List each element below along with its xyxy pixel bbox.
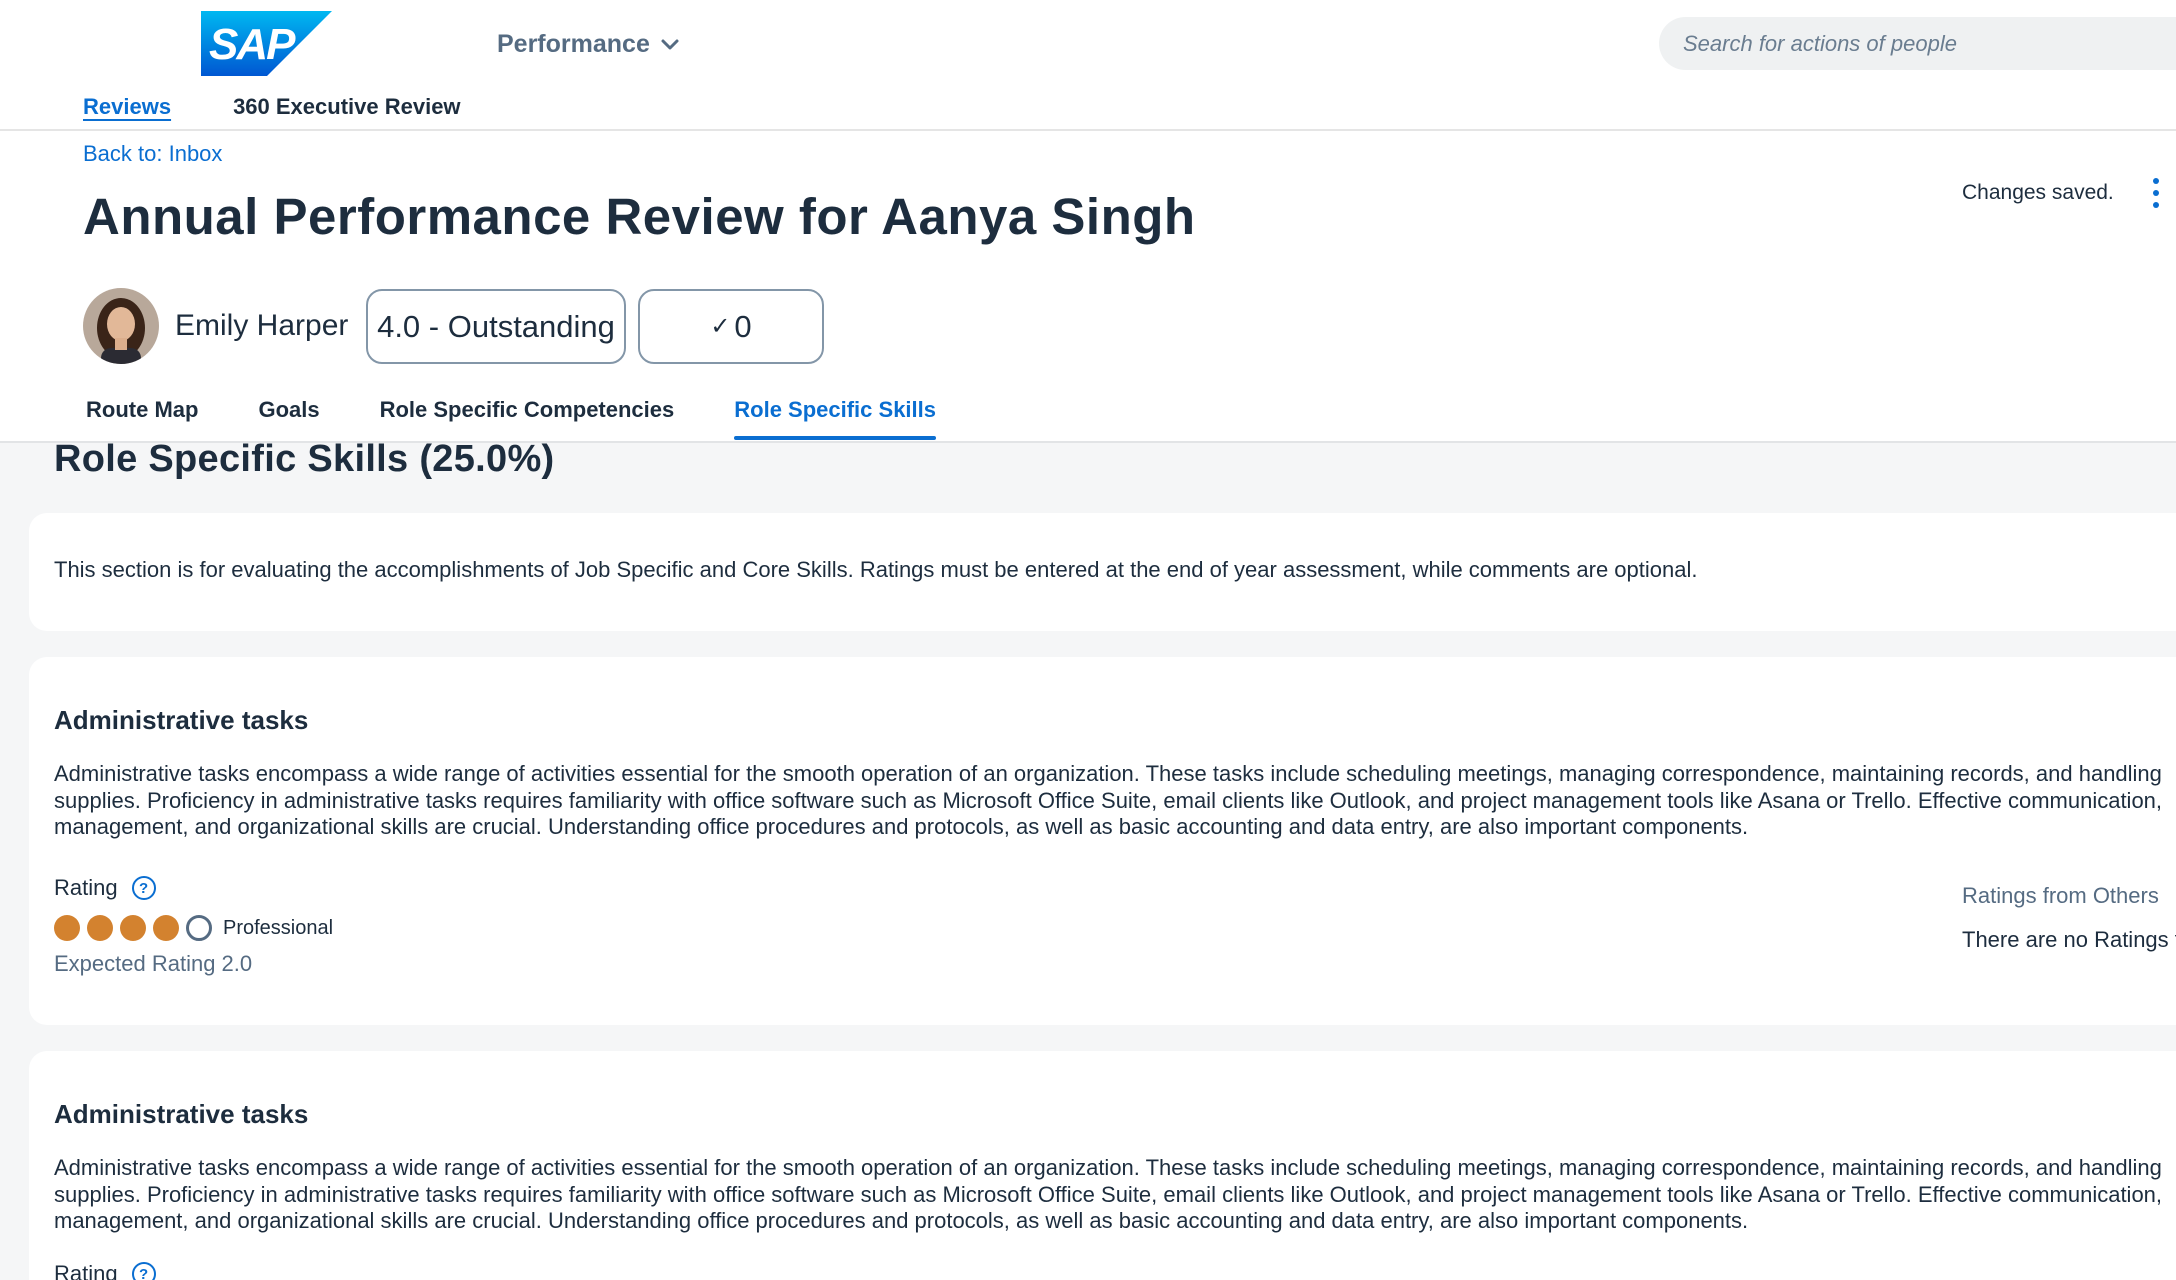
sap-logo[interactable]: SAP (201, 11, 332, 76)
rating-text: Professional (223, 916, 334, 939)
review-tabs: Route Map Goals Role Specific Competenci… (86, 397, 996, 443)
rating-indicator: Professional (54, 915, 333, 941)
chevron-down-icon (661, 39, 679, 50)
kebab-menu-icon[interactable] (2146, 178, 2166, 208)
page-title: Annual Performance Review for Aanya Sing… (83, 188, 1196, 245)
rating-dot-1[interactable] (54, 915, 80, 941)
review-header: Back to: Inbox Annual Performance Review… (0, 131, 2176, 443)
rating-label-row: Rating ? (54, 1261, 156, 1280)
check-count: 0 (734, 308, 752, 344)
tab-route-map[interactable]: Route Map (86, 397, 198, 443)
subnav-executive-review[interactable]: 360 Executive Review (233, 94, 460, 120)
sap-logo-graphic: SAP (201, 11, 332, 76)
app-header: SAP Performance Reviews 360 Executive Re… (0, 0, 2176, 131)
performance-menu[interactable]: Performance (497, 26, 680, 62)
kebab-dot (2153, 178, 2159, 184)
reviewer-info: Emily Harper (83, 288, 348, 364)
checklist-count-button[interactable]: ✓ 0 (638, 289, 824, 364)
kebab-dot (2153, 202, 2159, 208)
skill-description: Administrative tasks encompass a wide ra… (54, 1155, 2163, 1233)
subnav-reviews-link[interactable]: Reviews (83, 94, 171, 120)
tab-role-specific-skills[interactable]: Role Specific Skills (734, 397, 936, 443)
ratings-from-others-title: Ratings from Others (1962, 883, 2159, 908)
search-input[interactable] (1683, 30, 2176, 57)
help-icon[interactable]: ? (131, 1262, 156, 1280)
overall-rating-button[interactable]: 4.0 - Outstanding (366, 289, 626, 364)
save-status: Changes saved. (1962, 181, 2114, 204)
ratings-from-others-text: There are no Ratings from others (1962, 927, 2176, 952)
skill-card: Administrative tasks Administrative task… (29, 657, 2176, 1025)
rating-label-row: Rating ? (54, 875, 156, 901)
section-title: Role Specific Skills (25.0%) (54, 438, 555, 480)
tab-goals[interactable]: Goals (258, 397, 319, 443)
sub-navigation: Reviews 360 Executive Review (83, 94, 461, 120)
skill-title: Administrative tasks (54, 1099, 309, 1129)
rating-dot-2[interactable] (87, 915, 113, 941)
help-icon[interactable]: ? (131, 876, 156, 900)
section-intro-card: This section is for evaluating the accom… (29, 513, 2176, 631)
sap-logo-text: SAP (209, 20, 296, 69)
check-icon: ✓ (710, 313, 731, 340)
skill-card: Administrative tasks Administrative task… (29, 1051, 2176, 1280)
tab-role-specific-competencies[interactable]: Role Specific Competencies (380, 397, 675, 443)
back-to-inbox-link[interactable]: Back to: Inbox (83, 141, 222, 167)
skill-title: Administrative tasks (54, 705, 309, 735)
page: SAP Performance Reviews 360 Executive Re… (0, 0, 2176, 1280)
skill-description: Administrative tasks encompass a wide ra… (54, 761, 2163, 839)
rating-dot-4[interactable] (153, 915, 179, 941)
reviewer-name: Emily Harper (175, 309, 349, 342)
rating-label: Rating (54, 1261, 118, 1280)
rating-label: Rating (54, 875, 118, 900)
search-bar[interactable] (1659, 17, 2176, 70)
section-intro-text: This section is for evaluating the accom… (54, 557, 1698, 582)
avatar[interactable] (83, 288, 159, 364)
rating-dot-5[interactable] (186, 915, 212, 941)
rating-dot-3[interactable] (120, 915, 146, 941)
avatar-image (83, 288, 159, 364)
performance-menu-label: Performance (497, 29, 650, 58)
kebab-dot (2153, 190, 2159, 196)
expected-rating: Expected Rating 2.0 (54, 951, 253, 976)
